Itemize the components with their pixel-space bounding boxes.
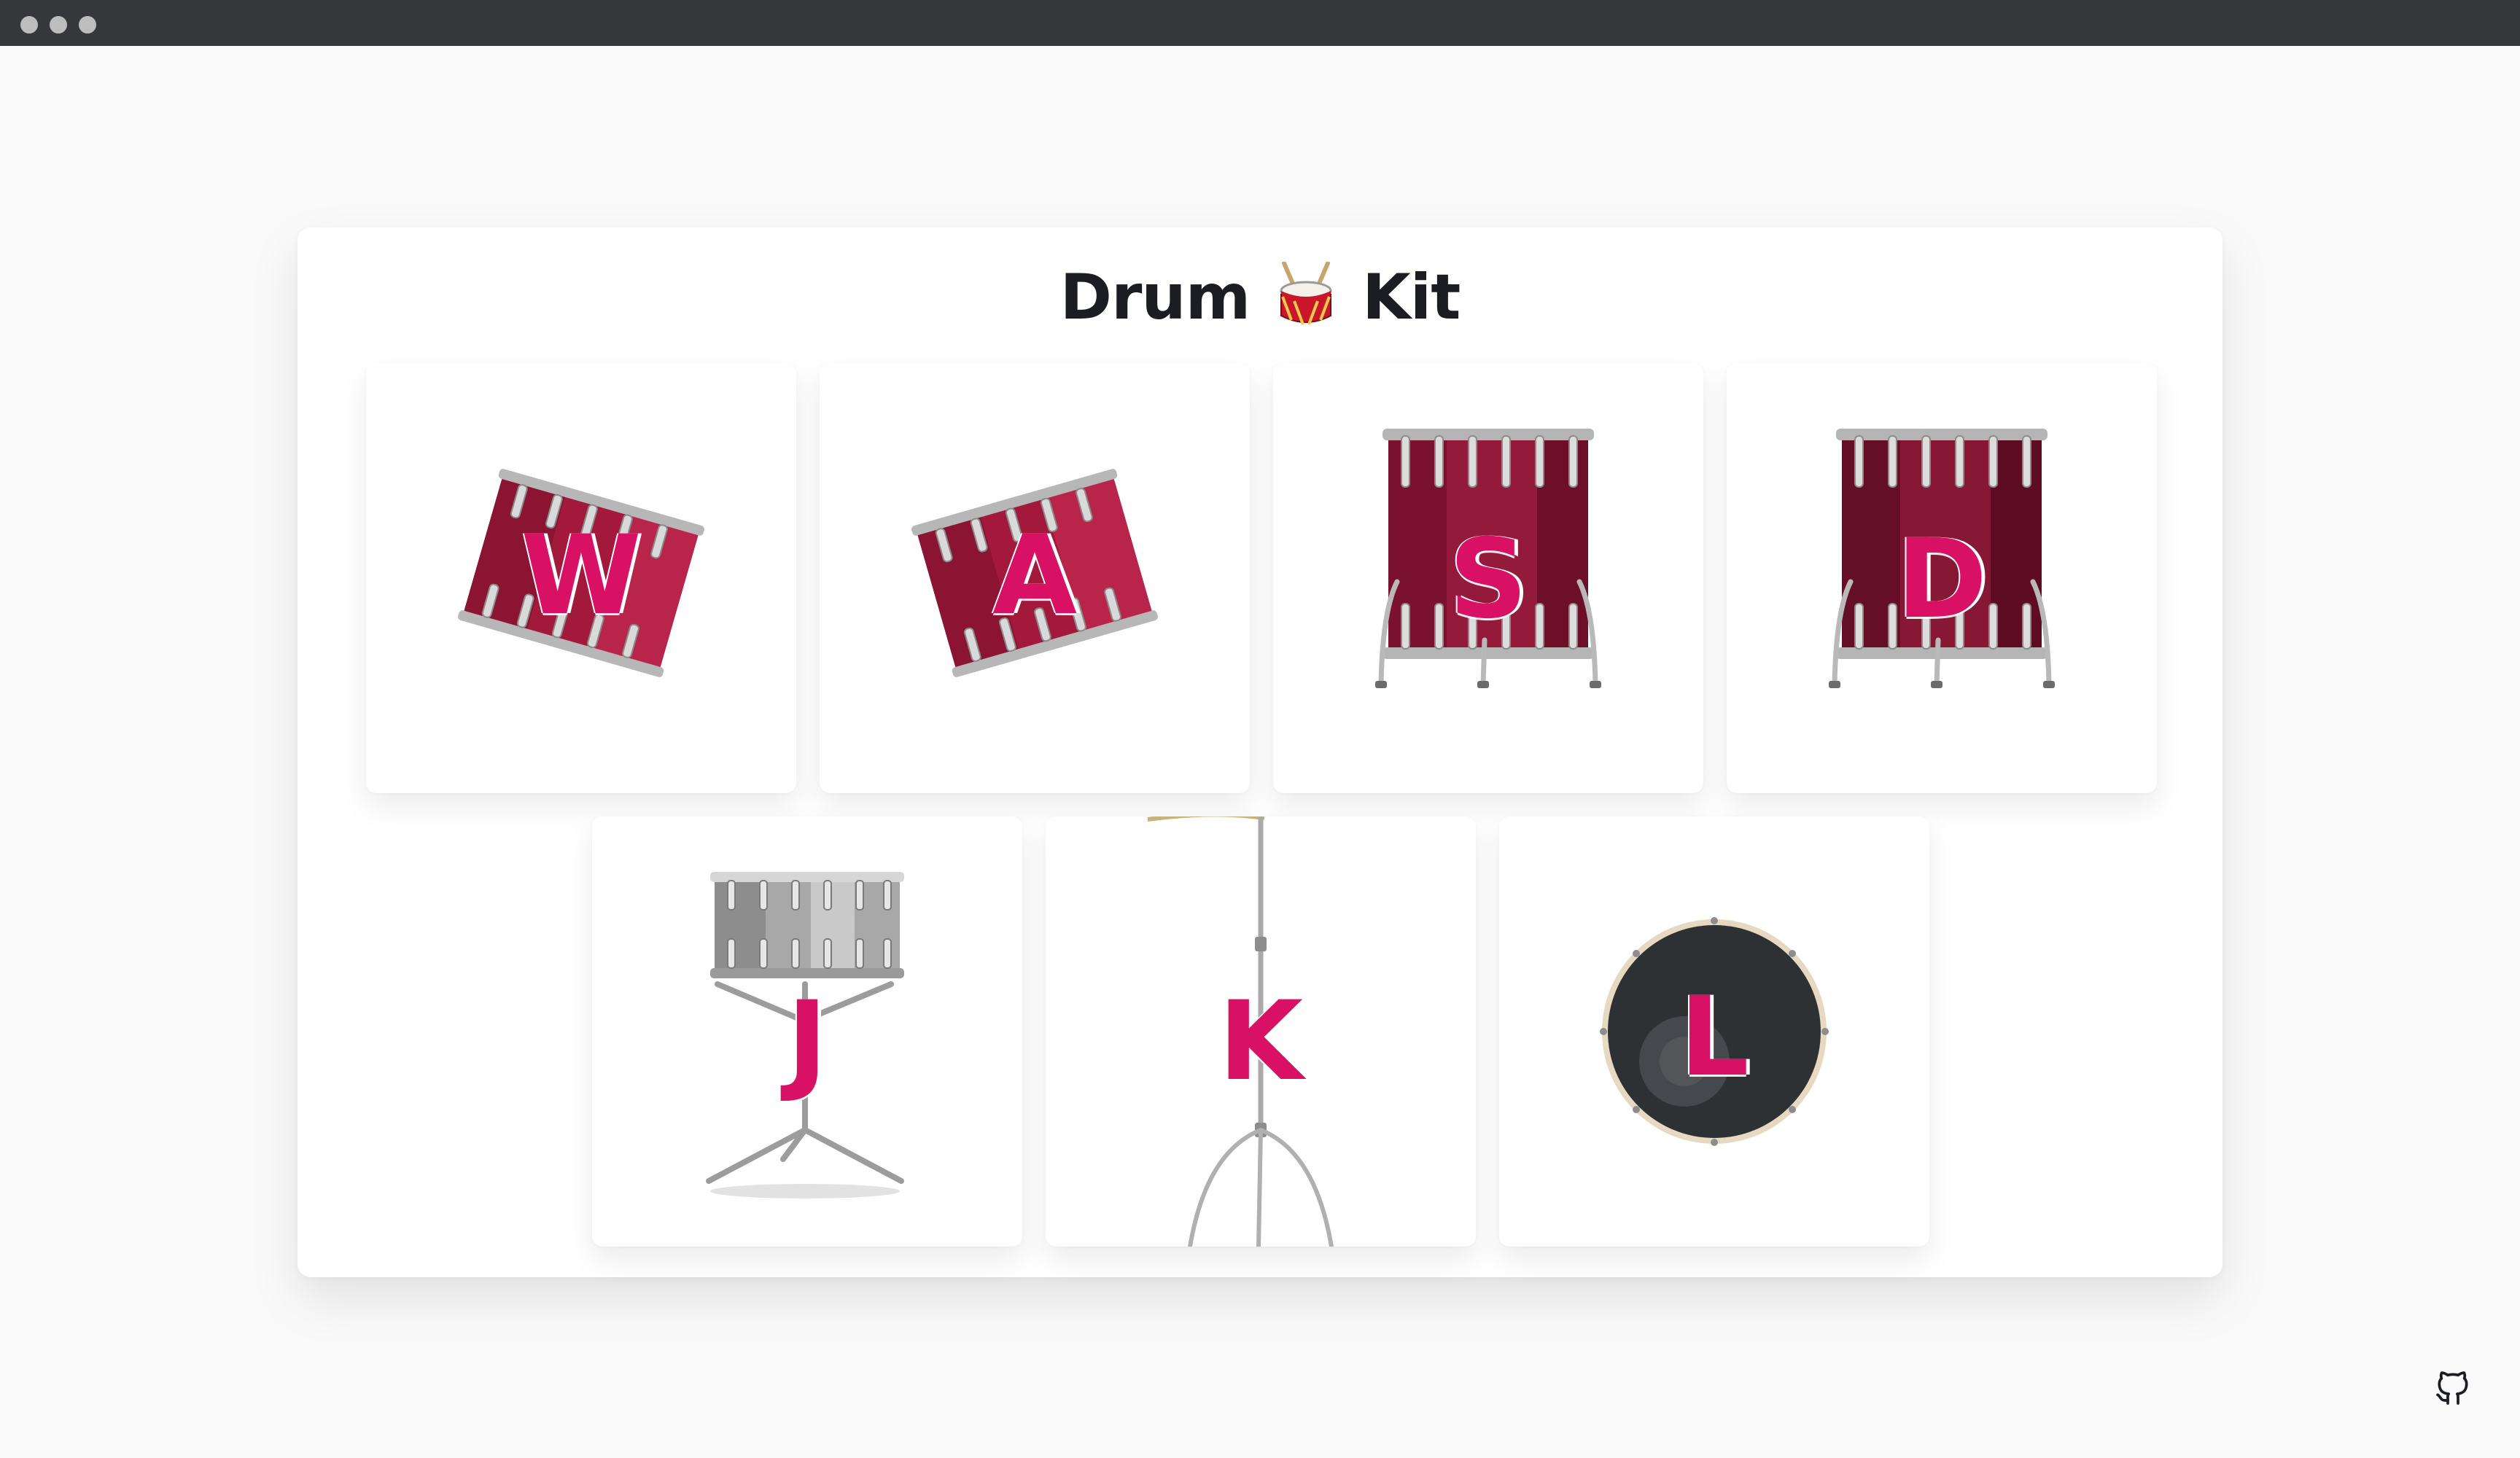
pad-key-label: K <box>1218 978 1304 1105</box>
page-title: Drum Kit <box>298 261 2222 334</box>
drum-pad-l[interactable]: L <box>1499 816 1929 1247</box>
pad-key-label: A <box>992 512 1078 639</box>
pad-key-label: W <box>521 512 642 639</box>
pad-key-label: J <box>787 978 828 1105</box>
page-title-text-kit: Kit <box>1362 261 1461 334</box>
page-title-text-drum: Drum <box>1059 261 1251 334</box>
pad-key-label: L <box>1679 974 1749 1101</box>
window-maximize-button[interactable] <box>79 16 96 34</box>
drum-pad-a[interactable]: A <box>820 363 1250 793</box>
pad-key-label: S <box>1448 516 1528 643</box>
window-titlebar <box>0 0 2520 46</box>
github-icon <box>2436 1371 2468 1405</box>
pad-key-label: D <box>1896 516 1988 643</box>
window-close-button[interactable] <box>20 16 38 34</box>
drum-pad-d[interactable]: D <box>1727 363 2157 793</box>
window-minimize-button[interactable] <box>50 16 67 34</box>
drum-pad-s[interactable]: S <box>1273 363 1703 793</box>
drum-pad-w[interactable]: W <box>366 363 796 793</box>
github-link[interactable] <box>2432 1368 2473 1408</box>
drum-kit-panel: Drum Kit W A S D J K L <box>298 227 2222 1277</box>
drum-pad-j[interactable]: J <box>592 816 1022 1247</box>
drum-emoji-icon <box>1277 261 1335 329</box>
drum-pad-k[interactable]: K <box>1046 816 1476 1247</box>
